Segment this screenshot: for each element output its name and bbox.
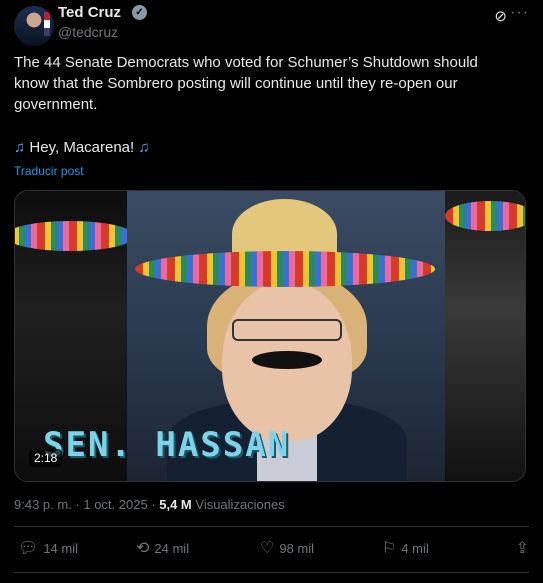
views-label: Visualizaciones bbox=[191, 497, 285, 512]
post-line: ♫ Hey, Macarena! ♫ bbox=[14, 139, 150, 156]
reply-count: 14 mil bbox=[43, 540, 78, 556]
glasses bbox=[232, 319, 342, 341]
video-duration: 2:18 bbox=[29, 449, 63, 467]
share-icon: ⇪ bbox=[515, 540, 529, 557]
bookmark-icon: ⚐ bbox=[382, 540, 397, 557]
post-text: The 44 Senate Democrats who voted for Sc… bbox=[14, 52, 514, 115]
author-handle[interactable]: @tedcruz bbox=[58, 24, 118, 40]
verified-icon[interactable]: ✓ bbox=[132, 5, 147, 20]
share-button[interactable]: ⇪ bbox=[516, 538, 529, 558]
sombrero-brim bbox=[135, 251, 435, 287]
music-note-icon: ♫ bbox=[138, 139, 150, 156]
grok-icon[interactable]: ⊘ bbox=[494, 7, 507, 25]
post-line-text: Hey, Macarena! bbox=[29, 139, 135, 156]
views-count: 5,4 M bbox=[159, 497, 192, 512]
blurred-sombrero bbox=[15, 221, 135, 251]
like-icon: ♡ bbox=[260, 540, 275, 557]
more-icon[interactable]: ··· bbox=[510, 4, 529, 22]
bookmark-count: 4 mil bbox=[401, 540, 429, 556]
like-count: 98 mil bbox=[279, 540, 315, 556]
like-button[interactable]: ♡ 98 mil bbox=[260, 538, 314, 558]
translate-link[interactable]: Traducir post bbox=[14, 164, 84, 178]
action-bar: 💬︎ 14 mil ⟲ 24 mil ♡ 98 mil ⚐ 4 mil ⇪ bbox=[18, 538, 529, 562]
repost-count: 24 mil bbox=[154, 540, 190, 556]
post-body: The 44 Senate Democrats who voted for Sc… bbox=[14, 54, 478, 113]
bookmark-button[interactable]: ⚐ 4 mil bbox=[382, 538, 429, 558]
mustache bbox=[252, 351, 322, 369]
reply-button[interactable]: 💬︎ 14 mil bbox=[18, 538, 78, 558]
reply-icon: 💬︎ bbox=[18, 540, 39, 557]
flag-icon bbox=[44, 12, 50, 36]
video-player[interactable]: SEN. HASSAN 2:18 bbox=[14, 190, 526, 482]
author-name[interactable]: Ted Cruz bbox=[58, 4, 121, 21]
repost-icon: ⟲ bbox=[136, 540, 150, 557]
video-caption: SEN. HASSAN bbox=[43, 425, 291, 465]
music-note-icon: ♫ bbox=[14, 139, 26, 156]
repost-button[interactable]: ⟲ 24 mil bbox=[136, 538, 189, 558]
post-meta: 9:43 p. m. · 1 oct. 2025 · 5,4 M Visuali… bbox=[14, 497, 285, 512]
post-time[interactable]: 9:43 p. m. · 1 oct. 2025 · bbox=[14, 497, 159, 512]
blurred-sombrero bbox=[445, 201, 525, 231]
video-blur-right bbox=[445, 191, 525, 481]
avatar[interactable] bbox=[14, 6, 54, 46]
divider bbox=[14, 572, 529, 573]
divider bbox=[14, 526, 529, 527]
post-header: Ted Cruz ✓ @tedcruz ⊘ ··· bbox=[14, 4, 529, 46]
